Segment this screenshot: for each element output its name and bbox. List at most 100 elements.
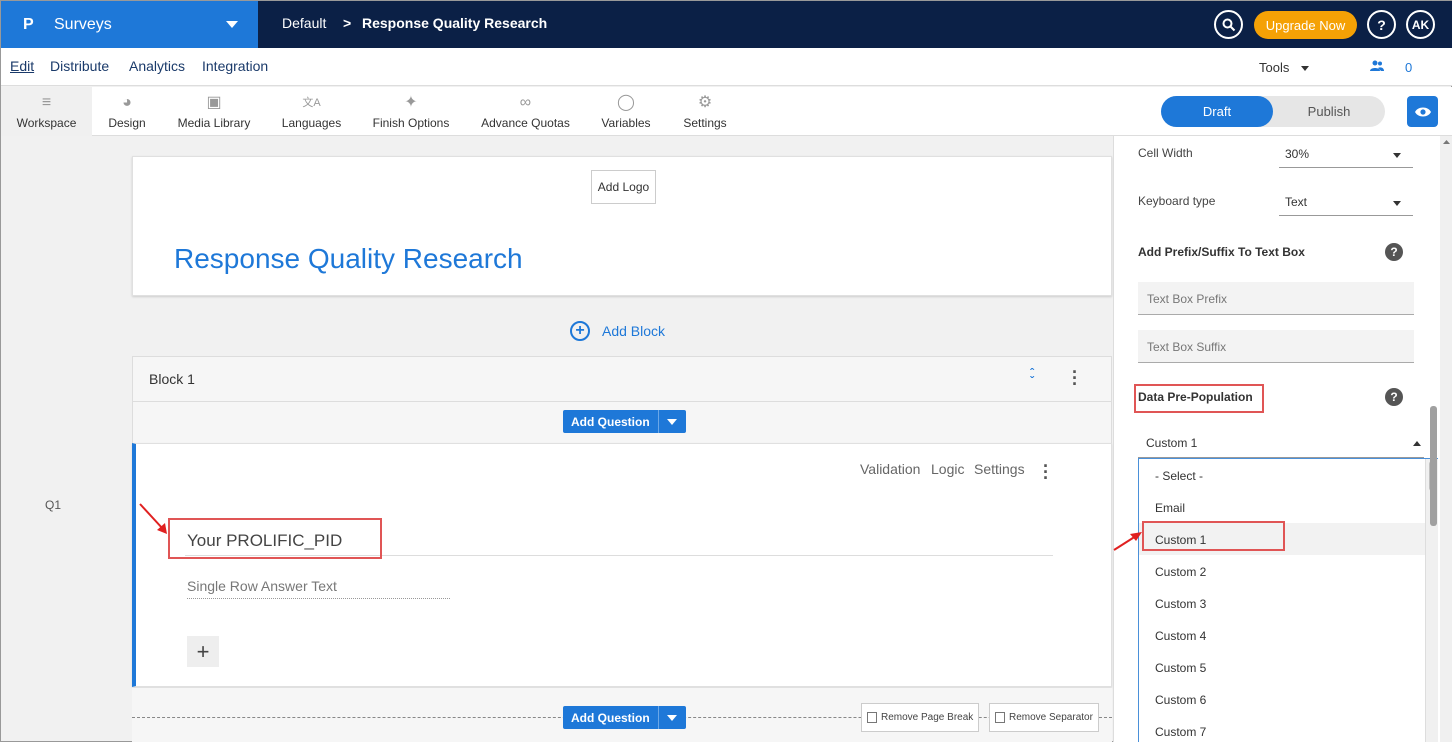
tools-dropdown[interactable]: Tools	[1259, 60, 1289, 75]
tool-label: Advance Quotas	[481, 115, 570, 130]
workspace-icon: ≡	[41, 93, 52, 111]
collaborators-count: 0	[1405, 60, 1413, 75]
users-icon[interactable]	[1370, 60, 1384, 74]
tool-finish-options[interactable]: ✦ Finish Options	[357, 87, 465, 136]
add-question-button[interactable]: Add Question	[563, 706, 686, 729]
tool-label: Finish Options	[372, 115, 450, 130]
menu-integration[interactable]: Integration	[202, 58, 268, 74]
chevron-down-icon	[1301, 66, 1309, 71]
block-header: Block 1 ˆˇ · · ·	[132, 356, 1112, 402]
question-text[interactable]: Your PROLIFIC_PID	[187, 531, 342, 551]
option-email[interactable]: Email	[1139, 491, 1425, 523]
tool-advance-quotas[interactable]: ∞ Advance Quotas	[465, 87, 586, 136]
help-icon[interactable]: ?	[1385, 243, 1403, 261]
tool-label: Variables	[601, 115, 651, 130]
chevron-right-icon: >	[343, 15, 352, 31]
block-title[interactable]: Block 1	[149, 371, 195, 387]
preview-button[interactable]	[1407, 96, 1438, 127]
option-custom-5[interactable]: Custom 5	[1139, 651, 1425, 683]
option-custom-6[interactable]: Custom 6	[1139, 683, 1425, 715]
annotation-arrow-icon	[1113, 532, 1142, 551]
keyboard-type-value: Text	[1285, 195, 1308, 209]
keyboard-type-select[interactable]: Text	[1279, 187, 1413, 216]
more-options-icon[interactable]: · · ·	[1072, 363, 1078, 393]
option-custom-2[interactable]: Custom 2	[1139, 555, 1425, 587]
tag-icon: ◯	[617, 93, 635, 111]
app-name: Surveys	[54, 15, 112, 33]
chevron-down-icon[interactable]	[657, 410, 686, 433]
chevron-down-icon[interactable]	[657, 706, 686, 729]
tool-label: Media Library	[177, 115, 251, 130]
logic-link[interactable]: Logic	[931, 461, 964, 477]
option-custom-4[interactable]: Custom 4	[1139, 619, 1425, 651]
menu-distribute[interactable]: Distribute	[50, 58, 109, 74]
menu-bar: Edit Distribute Analytics Integration To…	[1, 48, 1452, 86]
breadcrumb-folder[interactable]: Default	[282, 15, 326, 31]
tool-variables[interactable]: ◯ Variables	[586, 87, 666, 136]
text-box-suffix-input[interactable]: Text Box Suffix	[1138, 330, 1414, 363]
avatar[interactable]: AK	[1406, 10, 1435, 39]
menu-edit[interactable]: Edit	[10, 58, 34, 74]
highlight-box	[1142, 521, 1285, 551]
collapse-icon[interactable]: ˆˇ	[1030, 367, 1034, 387]
draft-publish-toggle: Draft Publish	[1161, 96, 1385, 127]
answer-text-field[interactable]: Single Row Answer Text	[187, 578, 337, 594]
tool-workspace[interactable]: ≡ Workspace	[1, 87, 92, 136]
text-box-prefix-input[interactable]: Text Box Prefix	[1138, 282, 1414, 315]
add-element-button[interactable]: +	[187, 636, 219, 667]
tool-settings[interactable]: ⚙ Settings	[666, 87, 744, 136]
more-options-icon[interactable]: · · ·	[1043, 457, 1049, 487]
add-question-button[interactable]: Add Question	[563, 410, 686, 433]
scroll-up-icon[interactable]	[1440, 136, 1452, 148]
cell-width-select[interactable]: 30%	[1279, 139, 1413, 168]
option-select[interactable]: - Select -	[1139, 459, 1425, 491]
help-icon[interactable]: ?	[1385, 388, 1403, 406]
translate-icon: 文A	[302, 96, 321, 109]
annotation-arrow-icon	[139, 503, 167, 534]
add-logo-button[interactable]: Add Logo	[591, 170, 656, 204]
separator-icon	[995, 712, 1005, 723]
menu-analytics[interactable]: Analytics	[129, 58, 185, 74]
palette-icon: ◕	[122, 93, 132, 111]
tool-media-library[interactable]: ▣ Media Library	[162, 87, 266, 136]
option-custom-3[interactable]: Custom 3	[1139, 587, 1425, 619]
gear-icon: ⚙	[697, 93, 713, 111]
image-icon: ▣	[206, 93, 222, 111]
tool-design[interactable]: ◕ Design	[92, 87, 162, 136]
data-prepopulation-select[interactable]: Custom 1	[1138, 429, 1424, 458]
settings-link[interactable]: Settings	[974, 461, 1025, 477]
cell-width-label: Cell Width	[1138, 146, 1193, 160]
validation-link[interactable]: Validation	[860, 461, 920, 477]
scrollbar-thumb[interactable]	[1430, 406, 1437, 526]
data-prepopulation-options: - Select - Email Custom 1 Custom 2 Custo…	[1138, 458, 1438, 742]
add-question-label: Add Question	[571, 414, 650, 429]
app-logo: P	[23, 15, 34, 33]
question-card: Validation Logic Settings · · · Single Row…	[132, 443, 1112, 687]
highlight-box	[1134, 384, 1264, 413]
publish-button[interactable]: Publish	[1273, 96, 1385, 127]
option-custom-7[interactable]: Custom 7	[1139, 715, 1425, 742]
help-button[interactable]: ?	[1367, 10, 1396, 39]
upgrade-button[interactable]: Upgrade Now	[1254, 11, 1357, 39]
product-switcher[interactable]: P Surveys	[1, 1, 258, 48]
draft-button[interactable]: Draft	[1161, 96, 1273, 127]
plus-circle-icon: +	[570, 321, 590, 341]
remove-separator-label: Remove Separator	[1009, 712, 1093, 723]
wand-icon: ✦	[404, 93, 418, 111]
chevron-down-icon	[226, 21, 238, 28]
add-block-button[interactable]: + Add Block	[570, 321, 665, 341]
remove-page-break-button[interactable]: Remove Page Break	[861, 703, 980, 732]
panel-scrollbar[interactable]	[1440, 136, 1452, 742]
remove-page-break-label: Remove Page Break	[881, 712, 974, 723]
add-block-label: Add Block	[602, 323, 666, 339]
tool-languages[interactable]: 文A Languages	[266, 87, 357, 136]
chevron-up-icon	[1413, 441, 1421, 446]
tool-label: Languages	[281, 115, 342, 130]
answer-underline	[187, 598, 450, 599]
remove-separator-button[interactable]: Remove Separator	[989, 703, 1099, 732]
add-question-label: Add Question	[571, 710, 650, 725]
add-question-row: Add Question	[132, 402, 1112, 443]
tool-label: Design	[108, 115, 146, 130]
survey-title[interactable]: Response Quality Research	[174, 243, 523, 275]
search-button[interactable]	[1214, 10, 1243, 39]
